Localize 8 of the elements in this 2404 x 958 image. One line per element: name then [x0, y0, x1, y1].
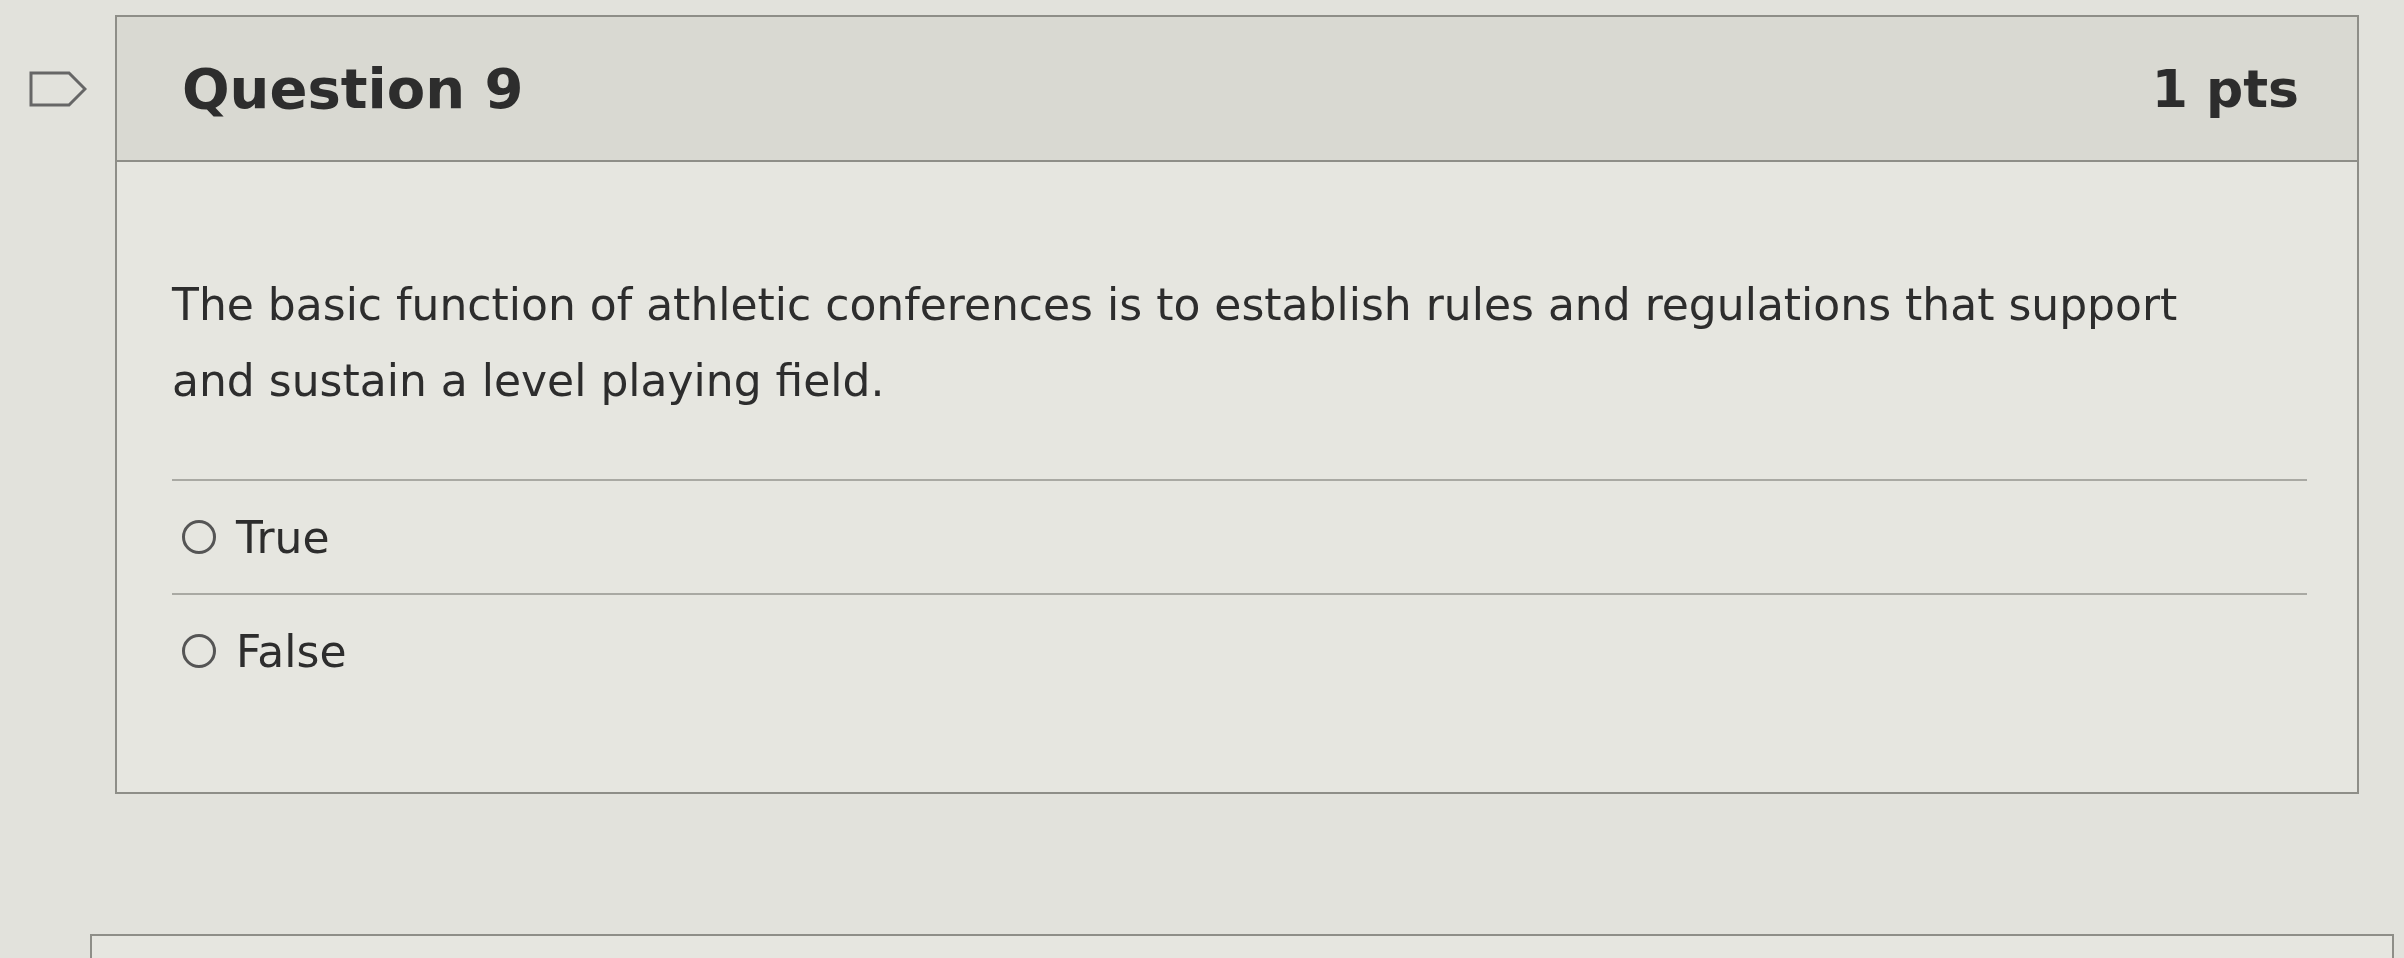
question-text: The basic function of athletic conferences is to establish rules and regulations that support and sustain a level playing field. [172, 278, 2179, 408]
flag-icon[interactable] [28, 71, 87, 107]
radio-button[interactable] [182, 520, 216, 554]
radio-button[interactable] [182, 634, 216, 668]
answer-label[interactable]: False [236, 625, 347, 677]
question-title: Question 9 [182, 56, 524, 121]
answer-label[interactable]: True [236, 511, 330, 563]
points-label: 1 pts [2151, 58, 2299, 119]
